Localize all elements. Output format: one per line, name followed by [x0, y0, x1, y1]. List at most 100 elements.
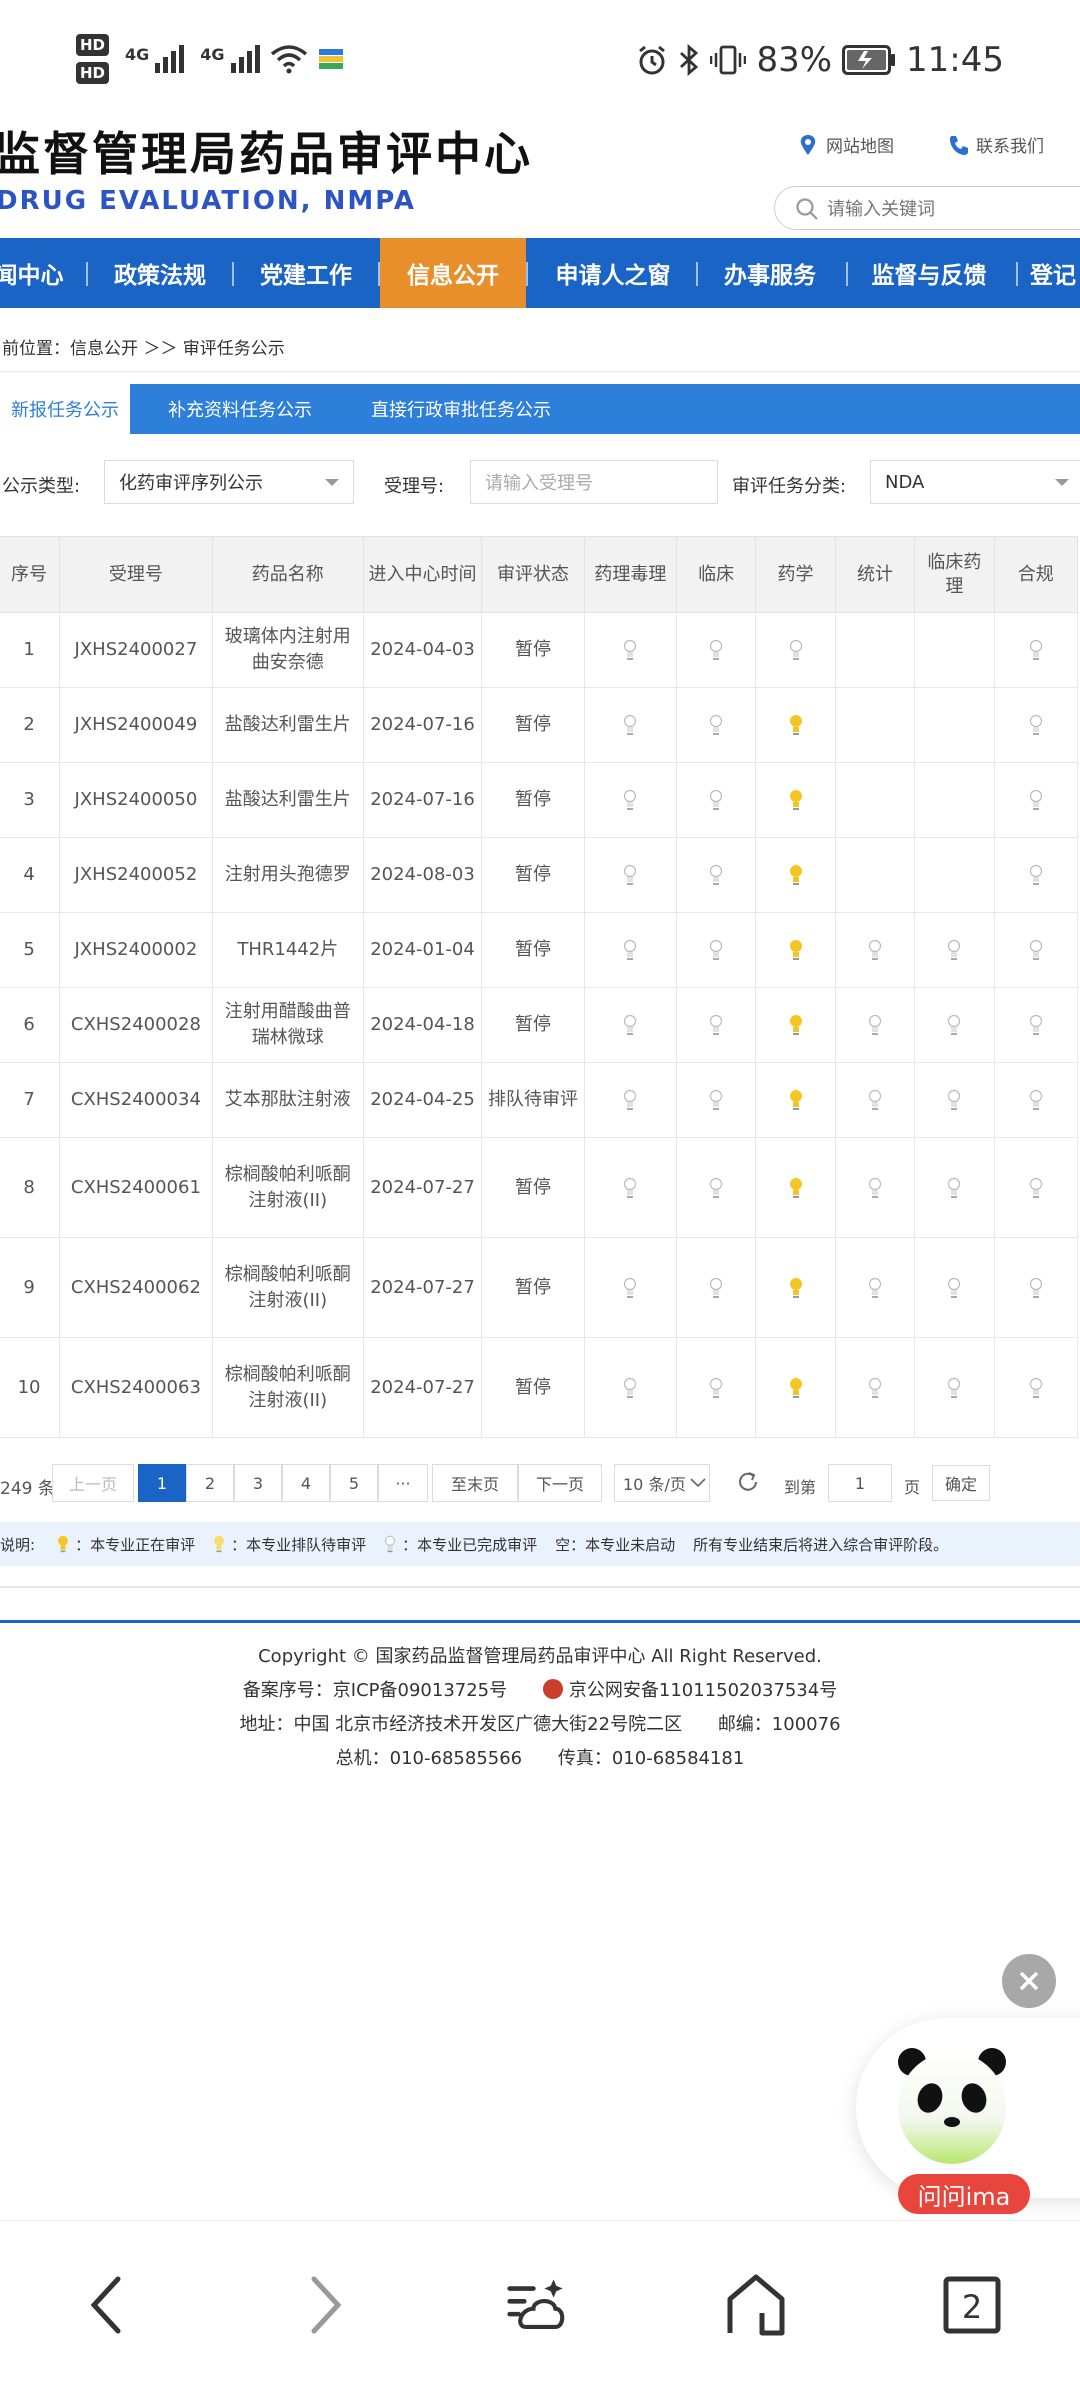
cell-pharmacology [583, 1337, 677, 1438]
site-title[interactable]: 监督管理局药品审评中心 [0, 118, 533, 184]
nav-item-policy[interactable]: 政策法规 [100, 238, 220, 308]
tab-new-tasks[interactable]: 新报任务公示 [0, 384, 130, 434]
footer-copyright: Copyright © 国家药品监督管理局药品审评中心 All Right Re… [258, 1646, 822, 1667]
menu-button[interactable] [506, 2273, 570, 2337]
nav-item-info-disclosure[interactable]: 信息公开 [380, 238, 526, 308]
refresh-icon[interactable] [736, 1470, 760, 1494]
search-input[interactable] [827, 195, 1067, 223]
category-select[interactable]: NDA [870, 460, 1080, 504]
wifi-icon [270, 45, 307, 74]
tabs-button[interactable]: 2 [940, 2273, 1004, 2337]
cell-compliance [993, 762, 1079, 838]
cell-clinical [675, 912, 757, 988]
bulb-queued-icon [789, 1090, 802, 1110]
nav-item-register[interactable]: 登记 [1030, 238, 1080, 308]
sitemap-link[interactable]: 网站地图 [798, 132, 894, 157]
table-row: 5 JXHS2400002 THR1442片 2024-01-04 暂停 [0, 912, 1079, 988]
table-row: 7 CXHS2400034 艾本那肽注射液 2024-04-25 排队待审评 [0, 1062, 1079, 1138]
prev-page-button[interactable]: 上一页 [52, 1464, 134, 1502]
cell-clinical [675, 1137, 757, 1238]
cell-compliance [993, 612, 1079, 688]
table-row: 2 JXHS2400049 盐酸达利雷生片 2024-07-16 暂停 [0, 687, 1079, 763]
confirm-button[interactable]: 确定 [932, 1465, 990, 1501]
cell-no: 2 [0, 687, 61, 763]
nav-item-news[interactable]: 闻中心 [0, 238, 64, 308]
bulb-done-icon [624, 639, 637, 660]
footer-postcode: 邮编：100076 [717, 1714, 841, 1735]
footer-icp[interactable]: 备案序号：京ICP备09013725号 [243, 1680, 507, 1701]
page-unit-label: 页 [904, 1478, 921, 1497]
nav-item-supervision[interactable]: 监督与反馈 [856, 238, 1002, 308]
nav-item-party[interactable]: 党建工作 [244, 238, 368, 308]
type-select[interactable]: 化药审评序列公示 [104, 460, 354, 504]
cell-no: 8 [0, 1137, 61, 1238]
search-box[interactable] [774, 186, 1080, 230]
page-ellipsis[interactable]: ··· [378, 1464, 428, 1502]
cell-drug-name: 注射用头孢德罗 [211, 837, 364, 913]
col-header-statistics: 统计 [834, 536, 916, 613]
hd2-badge: HD [76, 62, 110, 84]
back-button[interactable] [74, 2273, 138, 2337]
bulb-queued-icon [789, 715, 802, 735]
nav-separator [232, 262, 234, 286]
tabs-icon: 2 [943, 2276, 1001, 2334]
page-button-5[interactable]: 5 [330, 1464, 378, 1502]
network-label-1: 4G [125, 45, 150, 64]
bulb-done-icon [1029, 714, 1042, 735]
bulb-done-icon [868, 1377, 882, 1398]
cell-entry-time: 2024-07-27 [362, 1237, 483, 1338]
cell-compliance [993, 1062, 1079, 1138]
cell-accept-no: CXHS2400028 [59, 987, 213, 1063]
bulb-done-icon [948, 1277, 961, 1298]
cell-accept-no: JXHS2400027 [59, 612, 213, 688]
bulb-queued-icon [789, 1015, 802, 1035]
assistant-label[interactable]: 问问ima [898, 2174, 1030, 2214]
category-select-value: NDA [885, 471, 925, 493]
tab-supplementary-tasks[interactable]: 补充资料任务公示 [150, 384, 330, 434]
chevron-down-icon [690, 1478, 706, 1488]
bulb-done-icon [1029, 1014, 1042, 1035]
bulb-done-icon [710, 714, 723, 735]
police-badge-icon [542, 1679, 563, 1699]
bulb-queued-icon [789, 790, 802, 810]
page-button-3[interactable]: 3 [234, 1464, 282, 1502]
bulb-queued-icon [789, 865, 802, 885]
bulb-done-icon [868, 1177, 882, 1198]
cell-statistics [834, 1337, 916, 1438]
tab-direct-approval-tasks[interactable]: 直接行政审批任务公示 [358, 384, 564, 434]
page-button-1[interactable]: 1 [138, 1464, 186, 1502]
bulb-done-icon [710, 1377, 723, 1398]
close-assistant-button[interactable] [1002, 1954, 1056, 2008]
status-right: 83% 11:45 [636, 40, 1004, 80]
bulb-done-icon [624, 864, 637, 885]
nav-item-applicant[interactable]: 申请人之窗 [540, 238, 686, 308]
next-page-button[interactable]: 下一页 [518, 1464, 602, 1502]
content-divider [0, 1586, 1080, 1588]
cell-compliance [993, 912, 1079, 988]
forward-button[interactable] [294, 2273, 358, 2337]
goto-label: 到第 [784, 1478, 817, 1497]
contact-link[interactable]: 联系我们 [948, 132, 1044, 157]
cell-no: 9 [0, 1237, 61, 1338]
bulb-done-icon [1029, 639, 1042, 660]
location-pin-icon [800, 134, 816, 155]
page-size-select[interactable]: 10 条/页 [614, 1464, 710, 1502]
page-button-4[interactable]: 4 [282, 1464, 330, 1502]
search-icon[interactable] [795, 197, 819, 221]
cell-accept-no: JXHS2400049 [59, 687, 213, 763]
cell-clinical [675, 1237, 757, 1338]
table-row: 10 CXHS2400063 棕榈酸帕利哌酮注射液(II) 2024-07-27 暂停 [0, 1337, 1079, 1438]
nav-item-services[interactable]: 办事服务 [706, 238, 834, 308]
accept-no-input[interactable]: 请输入受理号 [470, 460, 718, 504]
footer-police[interactable]: 京公网安备11011502037534号 [569, 1680, 837, 1701]
home-button[interactable] [724, 2273, 788, 2337]
bulb-done-icon [1029, 864, 1042, 885]
goto-page-input[interactable]: 1 [828, 1464, 892, 1502]
last-page-button[interactable]: 至末页 [432, 1464, 518, 1502]
panda-mascot-icon[interactable] [890, 2040, 1014, 2170]
network-label-2: 4G [200, 45, 225, 64]
main-nav: 闻中心 政策法规 党建工作 信息公开 申请人之窗 办事服务 监督与反馈 登记 [0, 238, 1080, 308]
cell-clinical [675, 987, 757, 1063]
bulb-queued-icon [789, 940, 802, 960]
page-button-2[interactable]: 2 [186, 1464, 234, 1502]
